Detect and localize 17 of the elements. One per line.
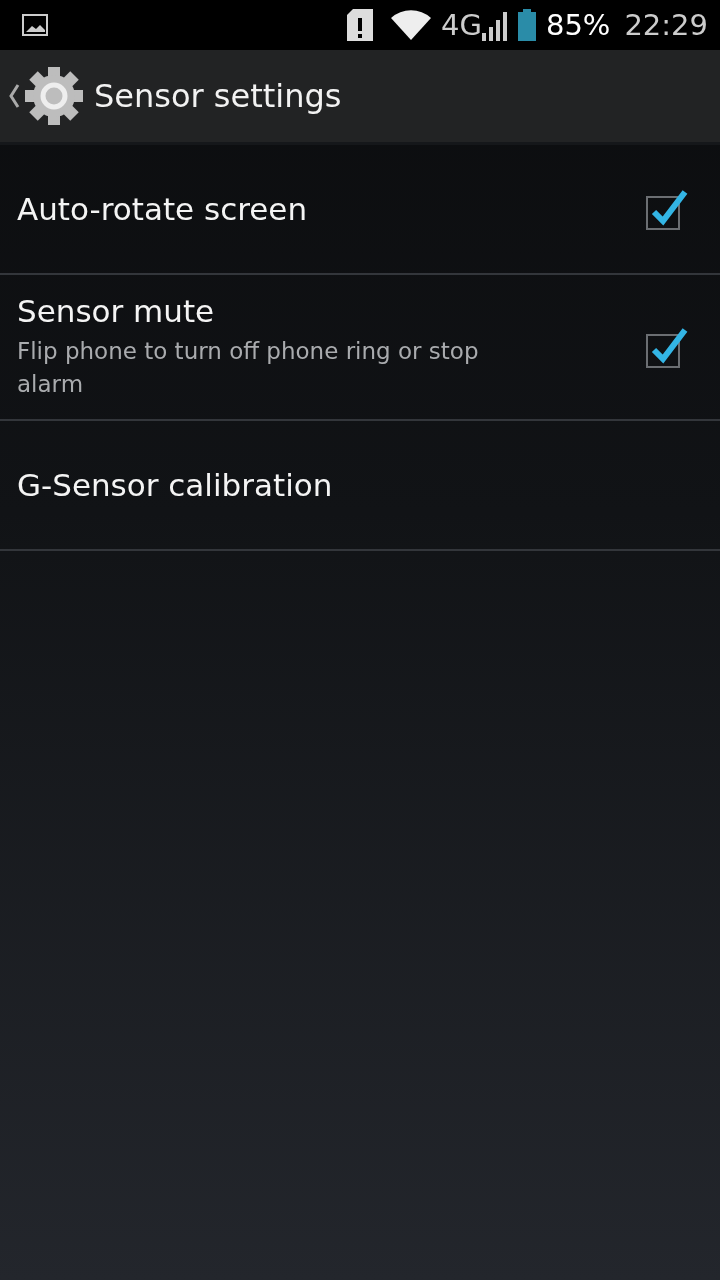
signal-icon	[481, 9, 508, 41]
checkbox[interactable]	[646, 188, 688, 230]
wifi-icon	[391, 10, 431, 40]
setting-summary: Flip phone to turn off phone ring or stop alarm	[17, 337, 480, 399]
setting-title: Sensor mute	[17, 293, 216, 329]
clock: 22:29	[624, 10, 708, 40]
sd-card-alert-icon	[347, 9, 373, 41]
gear-icon[interactable]	[24, 66, 84, 126]
battery-icon	[517, 9, 536, 41]
checkbox[interactable]	[646, 326, 688, 368]
setting-title: Auto-rotate screen	[17, 191, 309, 227]
screen-title: Sensor settings	[94, 77, 342, 115]
battery-percent: 85%	[545, 10, 611, 40]
network-type: 4G	[441, 10, 482, 40]
image-icon	[22, 14, 48, 36]
back-icon[interactable]	[8, 83, 20, 109]
setting-title: G-Sensor calibration	[17, 467, 334, 503]
